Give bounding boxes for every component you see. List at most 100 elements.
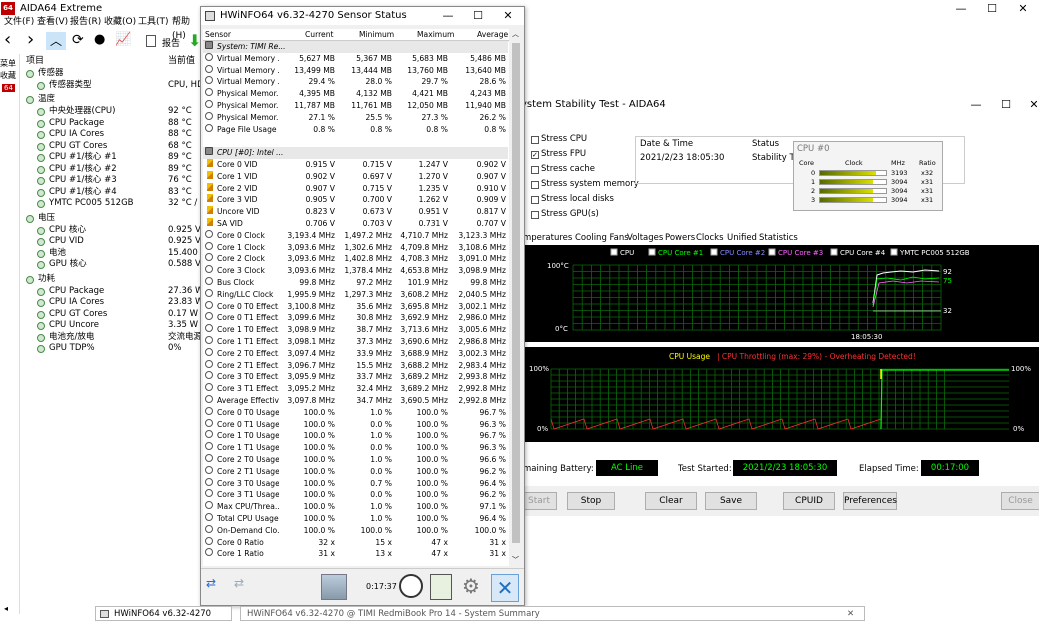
tree-category[interactable]: 电压: [22, 213, 202, 225]
tree-item[interactable]: CPU Package 27.36 W: [22, 286, 203, 298]
tree-item[interactable]: CPU Package 88 °C: [22, 118, 202, 130]
sensor-row[interactable]: Core 1 T0 Effect... 3,098.9 MHz 38.7 MHz 3,…: [203, 324, 508, 336]
sensor-row[interactable]: Physical Memor... 27.1 % 25.5 % 27.3 % 26.2 …: [203, 111, 508, 124]
graph-tab[interactable]: Powers: [665, 232, 695, 244]
tree-item[interactable]: CPU #1/核心 #3 76 °C: [22, 175, 202, 187]
sensor-row[interactable]: Core 1 T0 Usage 100.0 % 1.0 % 100.0 % 96.7 %: [203, 430, 508, 442]
sensor-row[interactable]: Core 3 VID 0.905 V 0.700 V 1.262 V 0.909 V: [203, 194, 508, 206]
sensor-row[interactable]: Average Effectiv... 3,097.8 MHz 34.7 MHz 3,…: [203, 395, 508, 407]
user-icon[interactable]: ●: [94, 32, 105, 47]
menu-report[interactable]: 报告(R): [70, 15, 101, 29]
col-item[interactable]: 项目: [26, 55, 44, 67]
close-dialog-button[interactable]: Close: [1001, 492, 1039, 510]
graph-tab[interactable]: mperatures: [523, 232, 572, 244]
tree-item[interactable]: CPU IA Cores 88 °C: [22, 129, 202, 141]
preferences-button[interactable]: Preferences: [843, 492, 897, 510]
clock-icon[interactable]: [399, 574, 423, 598]
sensor-row[interactable]: Core 0 T1 Effect... 3,099.6 MHz 30.8 MHz 3,…: [203, 312, 508, 324]
tree-item[interactable]: CPU GT Cores 68 °C: [22, 141, 202, 153]
scroll-up-icon[interactable]: ︿: [512, 29, 519, 39]
tree-item[interactable]: 电池充/放电 交流电源: [22, 332, 202, 344]
sensor-row[interactable]: Ring/LLC Clock 1,995.9 MHz 1,297.3 MHz 3,60…: [203, 288, 508, 301]
menu-favorites[interactable]: 收藏(O): [104, 15, 136, 29]
sensor-row[interactable]: Core 1 VID 0.902 V 0.697 V 1.270 V 0.907 V: [203, 170, 508, 183]
hwinfo-maximize-button[interactable]: ☐: [463, 7, 493, 25]
network-icon[interactable]: [321, 574, 347, 600]
sensor-row[interactable]: Uncore VID 0.823 V 0.673 V 0.951 V 0.817 V: [203, 206, 508, 218]
sensor-row[interactable]: On-Demand Clo... 100.0 % 100.0 % 100.0 % 100…: [203, 524, 508, 537]
sensor-row[interactable]: Core 2 T1 Usage 100.0 % 0.0 % 100.0 % 96.2 %: [203, 465, 508, 478]
header-sensor[interactable]: Sensor: [205, 29, 231, 41]
close-x-icon[interactable]: ✕: [491, 574, 519, 602]
report-sheet-icon[interactable]: [430, 574, 452, 600]
scroll-down-icon[interactable]: ﹀: [512, 555, 519, 565]
refresh-icon[interactable]: ⟳: [72, 32, 84, 48]
sensor-row[interactable]: Core 1 T1 Effect... 3,098.1 MHz 37.3 MHz 3,…: [203, 336, 508, 348]
sensor-row[interactable]: Core 3 T0 Effect... 3,095.9 MHz 33.7 MHz 3,…: [203, 371, 508, 383]
sensor-row[interactable]: SA VID 0.706 V 0.703 V 0.731 V 0.707 V: [203, 218, 508, 230]
sensor-row[interactable]: Virtual Memory ... 13,499 MB 13,444 MB 13,7…: [203, 64, 508, 77]
header-average[interactable]: Average: [477, 29, 508, 41]
sensor-group-header[interactable]: CPU [#0]: Intel ...: [203, 147, 508, 159]
tree-item[interactable]: 中央处理器(CPU) 92 °C: [22, 106, 202, 118]
sensor-row[interactable]: Core 1 Clock 3,093.6 MHz 1,302.6 MHz 4,709.…: [203, 241, 508, 254]
hwinfo-scrollbar[interactable]: ︿ ﹀: [510, 29, 522, 566]
graph-tab[interactable]: Cooling Fans: [575, 232, 629, 244]
sensor-row[interactable]: Bus Clock 99.8 MHz 97.2 MHz 101.9 MHz 99.8 M…: [203, 277, 508, 289]
tree-item[interactable]: CPU GT Cores 0.17 W: [22, 309, 202, 321]
sensor-row[interactable]: Core 0 Clock 3,193.4 MHz 1,497.2 MHz 4,710.…: [203, 229, 508, 242]
sensor-row[interactable]: Physical Memor... 11,787 MB 11,761 MB 12,05…: [203, 100, 508, 112]
col-value[interactable]: 当前值: [168, 55, 195, 67]
graph-tab[interactable]: Unified: [727, 232, 757, 244]
tree-item[interactable]: YMTC PC005 512GB 32 °C / 3: [22, 198, 205, 210]
save-button[interactable]: Save: [705, 492, 757, 510]
hwinfo-minimize-button[interactable]: —: [433, 7, 463, 25]
tree-item[interactable]: 电池 15.400 V: [22, 248, 206, 260]
start-button[interactable]: Start: [521, 492, 557, 510]
sensor-row[interactable]: Page File Usage 0.8 % 0.8 % 0.8 % 0.8 %: [203, 123, 508, 136]
graph-tab[interactable]: Statistics: [759, 232, 798, 244]
graph-tab[interactable]: Voltages: [627, 232, 663, 244]
header-current[interactable]: Current: [305, 29, 334, 41]
chart-icon[interactable]: 📈: [115, 32, 131, 47]
report-label[interactable]: 报告: [162, 36, 180, 49]
tree-item[interactable]: CPU #1/核心 #1 89 °C: [22, 152, 202, 164]
nav-arrows-disabled-icon[interactable]: ⇄: [234, 576, 258, 596]
taskbar-item-2-close-icon[interactable]: ✕: [847, 607, 854, 621]
sensor-row[interactable]: Core 2 T1 Effect... 3,096.7 MHz 15.5 MHz 3,…: [203, 359, 508, 372]
sensor-row[interactable]: Core 2 T0 Usage 100.0 % 1.0 % 100.0 % 96.6 %: [203, 454, 508, 466]
up-icon[interactable]: ︿: [46, 32, 66, 50]
cpuid-button[interactable]: CPUID: [783, 492, 835, 510]
hwinfo-close-button[interactable]: ✕: [493, 7, 523, 25]
side-fav-label[interactable]: 收藏: [0, 70, 16, 81]
side-menu-label[interactable]: 菜单: [0, 58, 16, 69]
graph-tab[interactable]: Clocks: [696, 232, 724, 244]
tree-item[interactable]: CPU Uncore 3.35 W: [22, 320, 202, 332]
tree-category[interactable]: 温度: [22, 94, 202, 106]
sensor-row[interactable]: Core 1 Ratio 31 x 13 x 47 x 31 x: [203, 548, 508, 560]
sensor-row[interactable]: Core 2 Clock 3,093.6 MHz 1,402.8 MHz 4,708.…: [203, 253, 508, 265]
menu-view[interactable]: 查看(V): [37, 15, 68, 29]
sensor-row[interactable]: Virtual Memory ... 5,627 MB 5,367 MB 5,683 …: [203, 52, 508, 65]
tree-item[interactable]: CPU 核心 0.925 V: [22, 225, 202, 237]
tree-item[interactable]: GPU 核心 0.588 V: [22, 259, 202, 271]
tree-scroll-left-icon[interactable]: ◂: [4, 604, 8, 613]
report-icon[interactable]: [146, 35, 156, 47]
sensor-row[interactable]: Physical Memor... 4,395 MB 4,132 MB 4,421 M…: [203, 88, 508, 100]
tree-item[interactable]: CPU VID 0.925 V: [22, 236, 202, 248]
sensor-row[interactable]: Core 2 T0 Effect... 3,097.4 MHz 33.9 MHz 3,…: [203, 347, 508, 360]
tree-category[interactable]: 功耗: [22, 274, 202, 286]
taskbar-item-2[interactable]: HWiNFO64 v6.32-4270 @ TIMI RedmiBook Pro…: [240, 606, 865, 621]
sensor-group-header[interactable]: System: TIMI Re...: [203, 41, 508, 53]
sensor-row[interactable]: Core 0 T0 Usage 100.0 % 1.0 % 100.0 % 96.7 %: [203, 406, 508, 419]
close-button[interactable]: ✕: [1008, 0, 1038, 18]
tree-item[interactable]: 传感器类型 CPU, HD: [22, 80, 204, 92]
tree-item[interactable]: GPU TDP% 0%: [22, 343, 202, 355]
sensor-row[interactable]: Virtual Memory ... 29.4 % 28.0 % 29.7 % 28.6…: [203, 76, 508, 88]
header-maximum[interactable]: Maximum: [417, 29, 454, 41]
forward-icon[interactable]: ›: [27, 30, 34, 50]
sensor-row[interactable]: Core 1 T1 Usage 100.0 % 0.0 % 100.0 % 96.3 %: [203, 442, 508, 454]
sensor-row[interactable]: Core 3 Clock 3,093.6 MHz 1,378.4 MHz 4,653.…: [203, 265, 508, 277]
sensor-row[interactable]: Core 2 VID 0.907 V 0.715 V 1.235 V 0.910 V: [203, 182, 508, 195]
sensor-row[interactable]: Core 0 T1 Usage 100.0 % 0.0 % 100.0 % 96.3 %: [203, 418, 508, 431]
